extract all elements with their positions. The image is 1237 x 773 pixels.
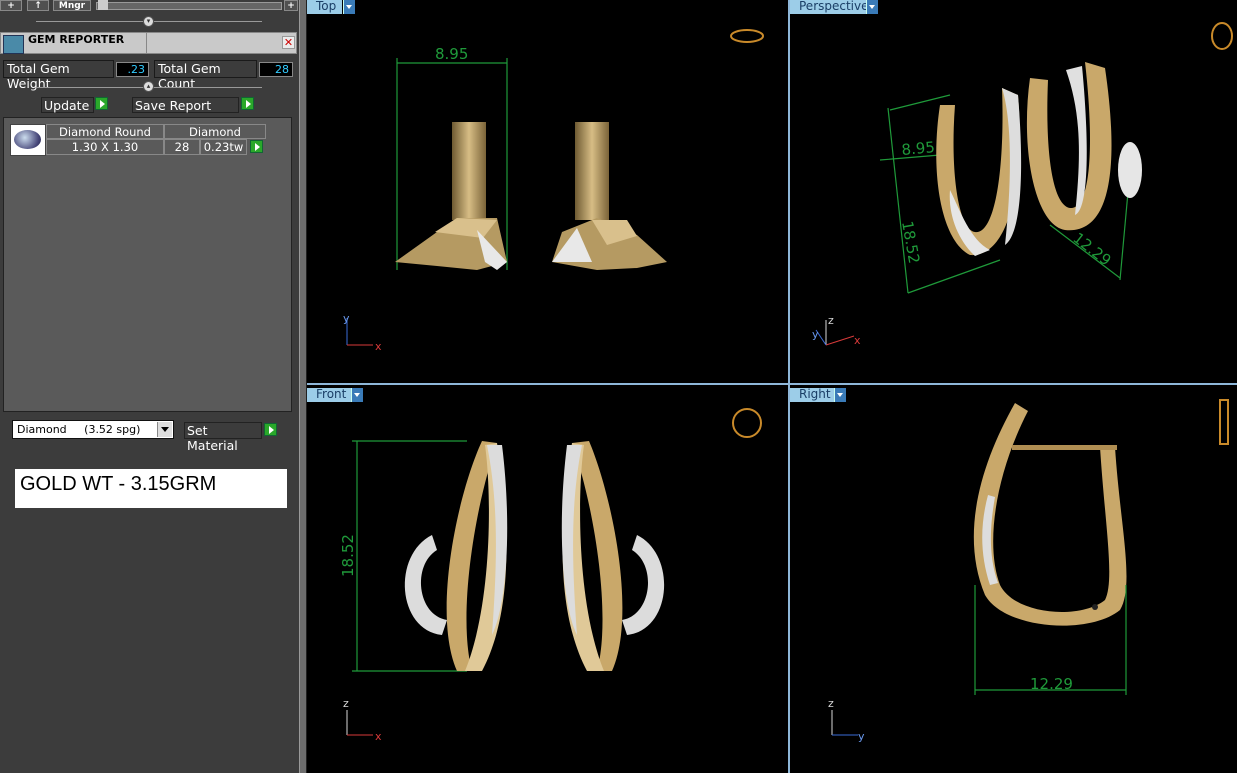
gem-size-cell: 1.30 X 1.30: [46, 139, 164, 155]
viewport-top-canvas: 8.95 y x: [343, 29, 764, 353]
top-dimension-label: 8.95: [435, 45, 468, 63]
gem-list: Diamond Round Diamond 1.30 X 1.30 28 0.2…: [3, 117, 292, 412]
earring-pair-perspective: [936, 62, 1142, 256]
gem-reporter-header: GEM REPORTER ✕: [0, 32, 297, 54]
viewport-divider-horizontal[interactable]: [307, 383, 1237, 385]
earring-hole: [1092, 604, 1098, 610]
earring-left-top-view: [395, 122, 507, 270]
axis-x-label: x: [854, 334, 861, 347]
axis-z-label: z: [828, 697, 834, 710]
earring-right-front-view: [561, 441, 665, 671]
ring-icon[interactable]: [1219, 399, 1229, 445]
front-dimension-label: 18.52: [339, 534, 357, 577]
header-divider: [146, 33, 147, 53]
set-material-play-arrow-icon[interactable]: [264, 423, 277, 436]
axis-y-label: y: [812, 328, 819, 341]
diamond-stone-icon: [14, 130, 41, 149]
axis-z-label: z: [343, 697, 349, 710]
perspective-dimension-c: 8.95: [901, 138, 936, 159]
gem-reporter-panel: + ↑ Mngr + ▾ GEM REPORTER ✕ Total Gem We…: [0, 0, 299, 773]
add-button[interactable]: +: [0, 0, 22, 11]
material-select-value: Diamond (3.52 spg): [17, 423, 141, 436]
collapse-knob-icon[interactable]: ▾: [143, 16, 154, 27]
dimension-line: [887, 107, 909, 294]
total-gem-weight-value: .23: [116, 62, 149, 77]
axis-x-label: x: [375, 340, 382, 353]
up-button[interactable]: ↑: [27, 0, 49, 11]
panel-splitter[interactable]: [299, 0, 307, 773]
save-report-button[interactable]: Save Report: [132, 97, 239, 113]
update-button[interactable]: Update: [41, 97, 94, 113]
toolbar-slider-thumb[interactable]: [98, 0, 108, 10]
axis-x-label: x: [375, 730, 382, 743]
earring-left-front-view: [404, 441, 508, 671]
viewport-right-canvas: 12.29 z y: [828, 399, 1229, 743]
gem-reporter-title: GEM REPORTER: [28, 33, 125, 46]
dimension-line: [907, 259, 1001, 294]
earring-right-top-view: [552, 122, 667, 270]
axis-y-label: y: [858, 730, 865, 743]
perspective-dimension-b: 12.29: [1070, 229, 1115, 270]
right-dimension-label: 12.29: [1030, 675, 1073, 693]
gem-reporter-icon: [3, 35, 24, 54]
total-gem-count-value: 28: [259, 62, 293, 77]
viewport-perspective-canvas: 18.52 12.29 8.95 z x y: [812, 22, 1233, 347]
gem-row-play-arrow-icon[interactable]: [250, 140, 263, 153]
ring-icon[interactable]: [732, 408, 762, 438]
set-material-button[interactable]: Set Material: [184, 422, 262, 453]
gold-weight-note: GOLD WT - 3.15GRM: [15, 469, 287, 508]
material-select[interactable]: Diamond (3.52 spg): [12, 420, 174, 439]
gem-icon: [10, 124, 46, 156]
ring-icon[interactable]: [1211, 22, 1233, 50]
gem-weight-cell: 0.23tw: [200, 139, 247, 155]
ring-icon[interactable]: [730, 29, 764, 43]
viewport-front[interactable]: Front 18.52 z x: [307, 385, 788, 773]
viewport-divider-vertical[interactable]: [788, 0, 790, 773]
viewport-perspective[interactable]: Perspective 18.52 12.29 8.95 z x y: [790, 0, 1237, 383]
close-icon[interactable]: ✕: [282, 36, 295, 49]
viewport-top[interactable]: Top 8.95 y x: [307, 0, 788, 383]
gem-count-cell: 28: [164, 139, 200, 155]
axis-y-label: y: [343, 312, 350, 325]
axis-line: [825, 335, 855, 346]
collapse-knob-icon[interactable]: ▴: [143, 81, 154, 92]
viewport-front-canvas: 18.52 z x: [339, 408, 762, 743]
manager-button[interactable]: Mngr: [53, 0, 91, 11]
toolbar-plus-button[interactable]: +: [284, 0, 298, 11]
dropdown-arrow-icon[interactable]: [157, 422, 172, 437]
save-report-play-arrow-icon[interactable]: [241, 97, 254, 110]
total-gem-count-label: Total Gem Count: [154, 60, 257, 91]
earring-right-view: [973, 403, 1127, 626]
axis-z-label: z: [828, 314, 834, 327]
gem-shape-header: Diamond Round: [46, 124, 164, 139]
viewport-right[interactable]: Right 12.29 z y: [790, 385, 1237, 773]
total-gem-weight-label: Total Gem Weight: [3, 60, 114, 91]
update-play-arrow-icon[interactable]: [95, 97, 108, 110]
toolbar-slider[interactable]: [96, 2, 282, 10]
earring-post: [1012, 445, 1117, 450]
gem-type-header: Diamond: [164, 124, 266, 139]
perspective-dimension-a: 18.52: [898, 220, 923, 265]
